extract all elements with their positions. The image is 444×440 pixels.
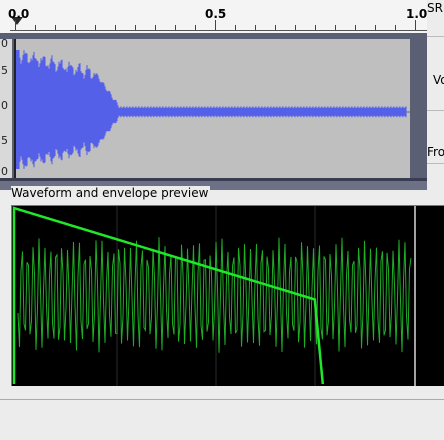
side-divider-1: [427, 36, 444, 37]
envelope-preview-graphic: [12, 206, 416, 386]
ruler-tick: [255, 25, 256, 30]
audio-waveform: [14, 50, 407, 169]
scale-label-center: 0: [1, 99, 8, 112]
ruler-label-mid: 0.5: [205, 7, 227, 21]
scale-label-lower: 5: [1, 134, 8, 147]
ruler-tick: [95, 25, 96, 30]
preview-waveform: [17, 237, 412, 353]
ruler-tick: [135, 25, 136, 30]
waveform-graphic: [14, 39, 410, 178]
scale-label-upper: 5: [1, 64, 8, 77]
side-label-sr: SR: [427, 1, 443, 15]
ruler-tick: [35, 25, 36, 30]
ruler-tick: [295, 25, 296, 30]
ruler-tick: [15, 20, 16, 30]
bottom-separator: [0, 399, 444, 400]
ruler-tick: [315, 25, 316, 30]
envelope-preview: [11, 205, 444, 386]
ruler-baseline: [10, 30, 427, 31]
side-label-vo: Vo: [433, 73, 444, 87]
ruler-tick: [415, 20, 416, 30]
scale-label-bottom: 0: [1, 165, 8, 178]
audio-track[interactable]: 0 5 0 5 0: [0, 33, 427, 190]
ruler-tick: [215, 20, 216, 30]
side-divider-2: [427, 110, 444, 111]
waveform-panel[interactable]: [14, 39, 410, 178]
ruler-tick: [395, 25, 396, 30]
ruler-label-end: 1.0: [406, 7, 428, 21]
time-ruler[interactable]: 0.0 0.5 1.0: [0, 0, 427, 33]
ruler-tick: [275, 25, 276, 30]
ruler-tick: [375, 25, 376, 30]
ruler-tick: [115, 25, 116, 30]
side-divider-3: [427, 163, 444, 164]
scale-label-top: 0: [1, 39, 8, 50]
amplitude-scale: 0 5 0 5 0: [0, 39, 12, 178]
ruler-tick: [55, 25, 56, 30]
ruler-tick: [335, 25, 336, 30]
ruler-tick: [235, 25, 236, 30]
ruler-tick: [355, 25, 356, 30]
ruler-tick: [175, 25, 176, 30]
ruler-tick: [155, 25, 156, 30]
side-label-fro: Fro: [427, 145, 444, 159]
side-panel: SR Vo Fro: [427, 0, 444, 190]
ruler-label-start: 0.0: [8, 7, 30, 21]
ruler-tick: [75, 25, 76, 30]
preview-title: Waveform and envelope preview: [11, 186, 211, 200]
ruler-tick: [195, 25, 196, 30]
